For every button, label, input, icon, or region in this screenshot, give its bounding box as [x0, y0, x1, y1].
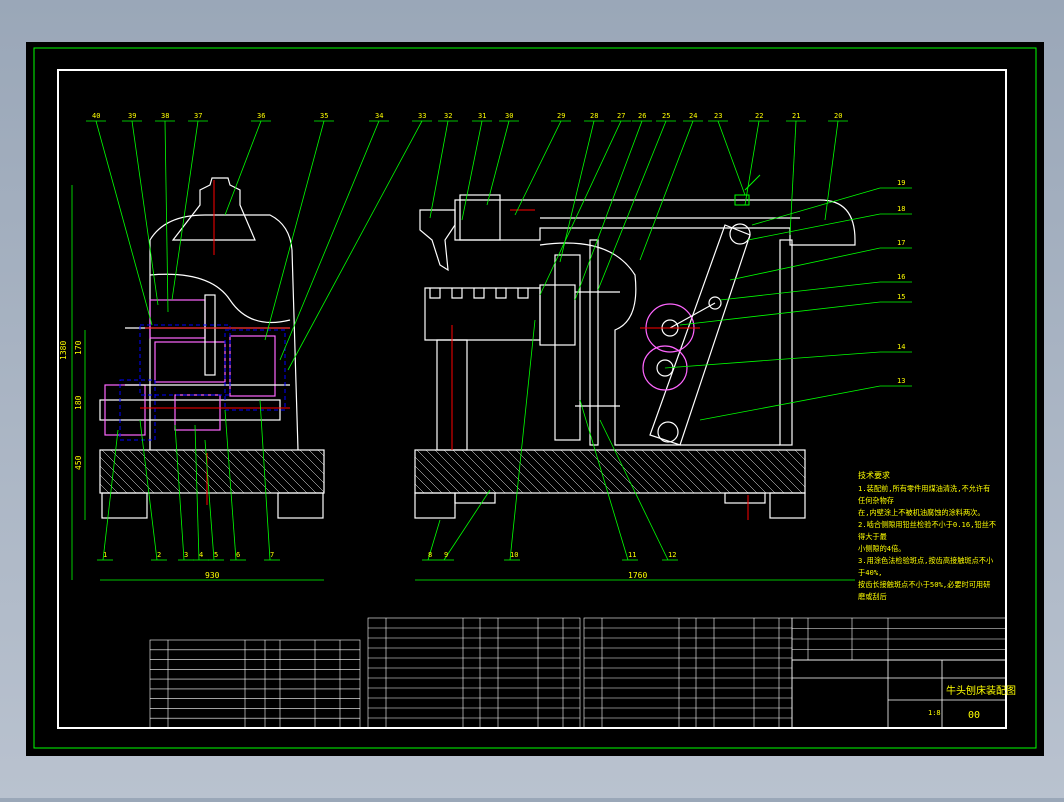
part-label-14: 14 [897, 343, 905, 351]
part-label-33: 33 [418, 112, 426, 120]
part-label-13: 13 [897, 377, 905, 385]
part-label-39: 39 [128, 112, 136, 120]
tech-req-line-8: 于40%, [858, 568, 883, 577]
tech-req-line-2: 任何杂物存 [858, 496, 894, 505]
part-label-31: 31 [478, 112, 486, 120]
tech-req-line-5: 得大于最 [858, 532, 887, 541]
part-label-15: 15 [897, 293, 905, 301]
part-label-26: 26 [638, 112, 646, 120]
part-label-38: 38 [161, 112, 169, 120]
part-label-29: 29 [557, 112, 565, 120]
part-label-17: 17 [897, 239, 905, 247]
part-label-9: 9 [444, 551, 448, 559]
tech-req-line-3: 在,内壁涂上不被机油腐蚀的涂料两次。 [858, 508, 985, 517]
part-label-23: 23 [714, 112, 722, 120]
part-label-7: 7 [270, 551, 274, 559]
part-label-20: 20 [834, 112, 842, 120]
title-block-name: 牛头刨床装配图 [946, 684, 1016, 697]
part-label-37: 37 [194, 112, 202, 120]
part-label-8: 8 [428, 551, 432, 559]
tech-req-line-9: 按齿长接触斑点不小于50%,必要时可用研 [858, 580, 990, 589]
part-label-36: 36 [257, 112, 265, 120]
part-label-11: 11 [628, 551, 636, 559]
tech-req-title: 技术要求 [858, 470, 890, 480]
part-label-25: 25 [662, 112, 670, 120]
dim-label-total-height: 1380 [59, 341, 68, 360]
part-label-28: 28 [590, 112, 598, 120]
title-block-drawing-no: 00 [968, 710, 980, 721]
part-label-21: 21 [792, 112, 800, 120]
dim-label-180: 180 [74, 395, 83, 410]
part-label-5: 5 [214, 551, 218, 559]
part-label-2: 2 [157, 551, 161, 559]
dim-label-930: 930 [205, 571, 220, 580]
part-label-30: 30 [505, 112, 513, 120]
tech-req-line-4: 2.啮合侧隙用铅丝检验不小于0.16,铅丝不 [858, 520, 996, 529]
part-label-3: 3 [184, 551, 188, 559]
tech-req-line-10: 磨或刮后 [858, 592, 887, 601]
part-label-40: 40 [92, 112, 100, 120]
cad-drawing-canvas: 40 39 38 37 36 35 34 33 32 31 30 29 28 27 26 25 24 23 22 21… [0, 0, 1064, 798]
part-label-6: 6 [236, 551, 240, 559]
dim-label-1760: 1760 [628, 571, 647, 580]
drawing-svg: 40 39 38 37 36 35 34 33 32 31 30 29 28 27 26 25 24 23 22 21… [26, 42, 1044, 756]
part-label-32: 32 [444, 112, 452, 120]
part-label-22: 22 [755, 112, 763, 120]
part-label-27: 27 [617, 112, 625, 120]
part-label-4: 4 [199, 551, 203, 559]
part-label-19: 19 [897, 179, 905, 187]
part-label-24: 24 [689, 112, 697, 120]
dim-label-170: 170 [74, 340, 83, 355]
part-label-1: 1 [103, 551, 107, 559]
drawing-background [26, 42, 1044, 756]
part-label-18: 18 [897, 205, 905, 213]
part-label-34: 34 [375, 112, 383, 120]
part-label-16: 16 [897, 273, 905, 281]
tech-req-line-6: 小侧隙的4倍。 [858, 544, 905, 553]
part-label-35: 35 [320, 112, 328, 120]
tech-req-line-7: 3.用涂色法检验斑点,按齿高接触斑点不小 [858, 556, 993, 565]
title-block-scale: 1:8 [928, 709, 941, 717]
dim-label-450: 450 [74, 455, 83, 470]
tech-req-line-1: 1.装配前,所有零件用煤油清洗,不允许有 [858, 484, 990, 493]
part-label-12: 12 [668, 551, 676, 559]
part-label-10: 10 [510, 551, 518, 559]
